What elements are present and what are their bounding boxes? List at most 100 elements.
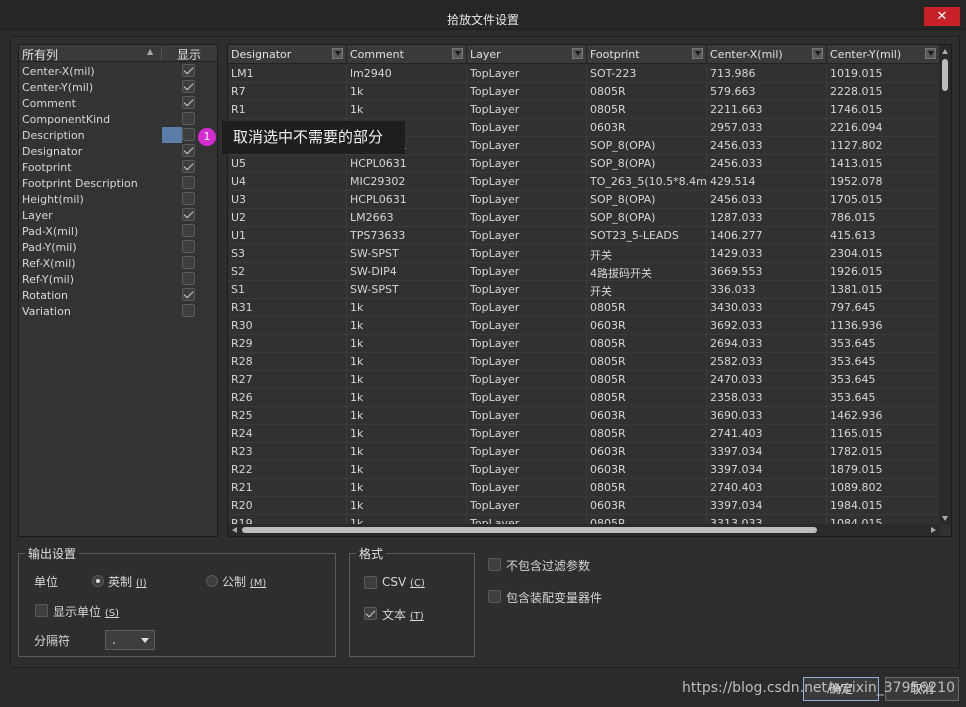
table-row[interactable]: U3 HCPL0631 TopLayer SOP_8(OPA) 2456.033 1705… (228, 191, 940, 209)
grid-column-header[interactable]: Designator (228, 45, 347, 64)
column-list-item[interactable]: Layer (19, 207, 217, 223)
table-row[interactable]: S3 SW-SPST TopLayer 开关 1429.033 2304.015 (228, 245, 940, 263)
include-variants-checkbox[interactable] (488, 590, 501, 603)
table-row[interactable]: U1 TPS73633 TopLayer SOT23_5-LEADS 1406.277 4… (228, 227, 940, 245)
table-row[interactable]: R22 1k TopLayer 0603R 3397.034 1879.015 (228, 461, 940, 479)
grid-column-header[interactable]: Center-Y(mil) (827, 45, 940, 64)
grid-column-header[interactable]: Footprint (587, 45, 707, 64)
include-variants-label[interactable]: 包含装配变量器件 (506, 589, 602, 606)
column-show-checkbox[interactable] (182, 176, 195, 189)
table-row[interactable]: R23 1k TopLayer 0603R 3397.034 1782.015 (228, 443, 940, 461)
column-show-checkbox[interactable] (182, 192, 195, 205)
table-row[interactable]: R29 1k TopLayer 0805R 2694.033 353.645 (228, 335, 940, 353)
exclude-filter-checkbox[interactable] (488, 558, 501, 571)
table-row[interactable]: S1 SW-SPST TopLayer 开关 336.033 1381.015 (228, 281, 940, 299)
column-list-item[interactable]: Center-X(mil) (19, 63, 217, 79)
filter-icon[interactable] (812, 48, 823, 59)
column-show-checkbox[interactable] (182, 128, 195, 141)
column-show-checkbox[interactable] (182, 304, 195, 317)
metric-radio[interactable] (206, 575, 218, 587)
horizontal-scroll-thumb[interactable] (242, 527, 817, 533)
table-row[interactable]: R21 1k TopLayer 0805R 2740.403 1089.802 (228, 479, 940, 497)
table-cell-text: 0805R (590, 391, 626, 404)
table-row[interactable]: R27 1k TopLayer 0805R 2470.033 353.645 (228, 371, 940, 389)
table-row[interactable]: R20 1k TopLayer 0603R 3397.034 1984.015 (228, 497, 940, 515)
text-checkbox[interactable] (364, 607, 377, 620)
column-list-item[interactable]: ComponentKind (19, 111, 217, 127)
column-show-checkbox[interactable] (182, 256, 195, 269)
table-row[interactable]: R28 1k TopLayer 0805R 2582.033 353.645 (228, 353, 940, 371)
column-list-item[interactable]: Pad-X(mil) (19, 223, 217, 239)
column-list-item[interactable]: Comment (19, 95, 217, 111)
column-show-checkbox[interactable] (182, 96, 195, 109)
table-cell: TPS73633 (347, 227, 467, 245)
scroll-down-icon[interactable] (942, 516, 948, 521)
filter-icon[interactable] (925, 48, 936, 59)
separator-select[interactable]: . (105, 630, 155, 650)
column-show-checkbox[interactable] (182, 160, 195, 173)
table-row[interactable]: U5 HCPL0631 TopLayer SOP_8(OPA) 2456.033 1413… (228, 155, 940, 173)
column-show-checkbox[interactable] (182, 288, 195, 301)
csv-checkbox[interactable] (364, 576, 377, 589)
table-row[interactable]: R25 1k TopLayer 0603R 3690.033 1462.936 (228, 407, 940, 425)
column-list-item[interactable]: Footprint Description (19, 175, 217, 191)
column-show-checkbox[interactable] (182, 224, 195, 237)
column-show-checkbox[interactable] (182, 112, 195, 125)
csv-label[interactable]: CSV (C) (382, 575, 425, 589)
table-cell: 开关 (587, 245, 707, 263)
column-list-item-label: Ref-X(mil) (22, 257, 76, 270)
column-list-item[interactable]: Pad-Y(mil) (19, 239, 217, 255)
column-show-checkbox[interactable] (182, 80, 195, 93)
column-list-item[interactable]: Ref-X(mil) (19, 255, 217, 271)
imperial-radio[interactable] (92, 575, 104, 587)
show-units-label[interactable]: 显示单位 (S) (53, 603, 119, 620)
column-list-item[interactable]: Designator (19, 143, 217, 159)
column-show-checkbox[interactable] (182, 144, 195, 157)
column-show-checkbox[interactable] (182, 208, 195, 221)
sort-icon[interactable]: ▲ (147, 47, 153, 56)
imperial-label[interactable]: 英制 (I) (108, 573, 147, 590)
column-show-checkbox[interactable] (182, 64, 195, 77)
column-list-item[interactable]: Variation (19, 303, 217, 319)
column-list-item[interactable]: Height(mil) (19, 191, 217, 207)
column-list-item[interactable]: Center-Y(mil) (19, 79, 217, 95)
table-row[interactable]: U2 LM2663 TopLayer SOP_8(OPA) 1287.033 786.01… (228, 209, 940, 227)
table-row[interactable]: R24 1k TopLayer 0805R 2741.403 1165.015 (228, 425, 940, 443)
table-row[interactable]: U4 MIC29302 TopLayer TO_263_5(10.5*8.4mm)42… (228, 173, 940, 191)
table-row[interactable]: LM1 lm2940 TopLayer SOT-223 713.986 1019.015 (228, 65, 940, 83)
table-cell: TopLayer (467, 479, 587, 497)
exclude-filter-label[interactable]: 不包含过滤参数 (506, 557, 590, 574)
table-row[interactable]: R26 1k TopLayer 0805R 2358.033 353.645 (228, 389, 940, 407)
column-show-checkbox[interactable] (182, 272, 195, 285)
text-label[interactable]: 文本 (T) (382, 606, 424, 623)
column-list-item[interactable]: Footprint (19, 159, 217, 175)
filter-icon[interactable] (452, 48, 463, 59)
metric-label[interactable]: 公制 (M) (222, 573, 266, 590)
grid-column-header[interactable]: Comment (347, 45, 467, 64)
filter-icon[interactable] (332, 48, 343, 59)
scroll-left-icon[interactable] (232, 527, 237, 533)
table-row[interactable]: R30 1k TopLayer 0603R 3692.033 1136.936 (228, 317, 940, 335)
filter-icon[interactable] (692, 48, 703, 59)
close-button[interactable]: ✕ (924, 7, 960, 26)
column-list-item[interactable]: Ref-Y(mil) (19, 271, 217, 287)
grid-column-header[interactable]: Center-X(mil) (707, 45, 827, 64)
show-units-checkbox[interactable] (35, 604, 48, 617)
header-all-columns[interactable]: 所有列 (22, 46, 58, 63)
horizontal-scrollbar[interactable] (228, 524, 940, 536)
column-list-item[interactable]: Rotation (19, 287, 217, 303)
filter-icon[interactable] (572, 48, 583, 59)
scroll-up-icon[interactable] (942, 49, 948, 54)
column-show-checkbox[interactable] (182, 240, 195, 253)
header-show[interactable]: 显示 (177, 46, 201, 63)
grid-column-header[interactable]: Layer (467, 45, 587, 64)
table-row[interactable]: R7 1k TopLayer 0805R 579.663 2228.015 (228, 83, 940, 101)
table-row[interactable]: R31 1k TopLayer 0805R 3430.033 797.645 (228, 299, 940, 317)
scroll-right-icon[interactable] (931, 527, 936, 533)
table-row[interactable]: S2 SW-DIP4 TopLayer 4路拔码开关 3669.553 1926.015 (228, 263, 940, 281)
grid-column-header-label: Designator (231, 48, 292, 61)
column-list-item[interactable]: Description (19, 127, 217, 143)
vertical-scroll-thumb[interactable] (942, 59, 948, 91)
table-row[interactable]: R1 1k TopLayer 0805R 2211.663 1746.015 (228, 101, 940, 119)
vertical-scrollbar[interactable] (939, 45, 951, 525)
